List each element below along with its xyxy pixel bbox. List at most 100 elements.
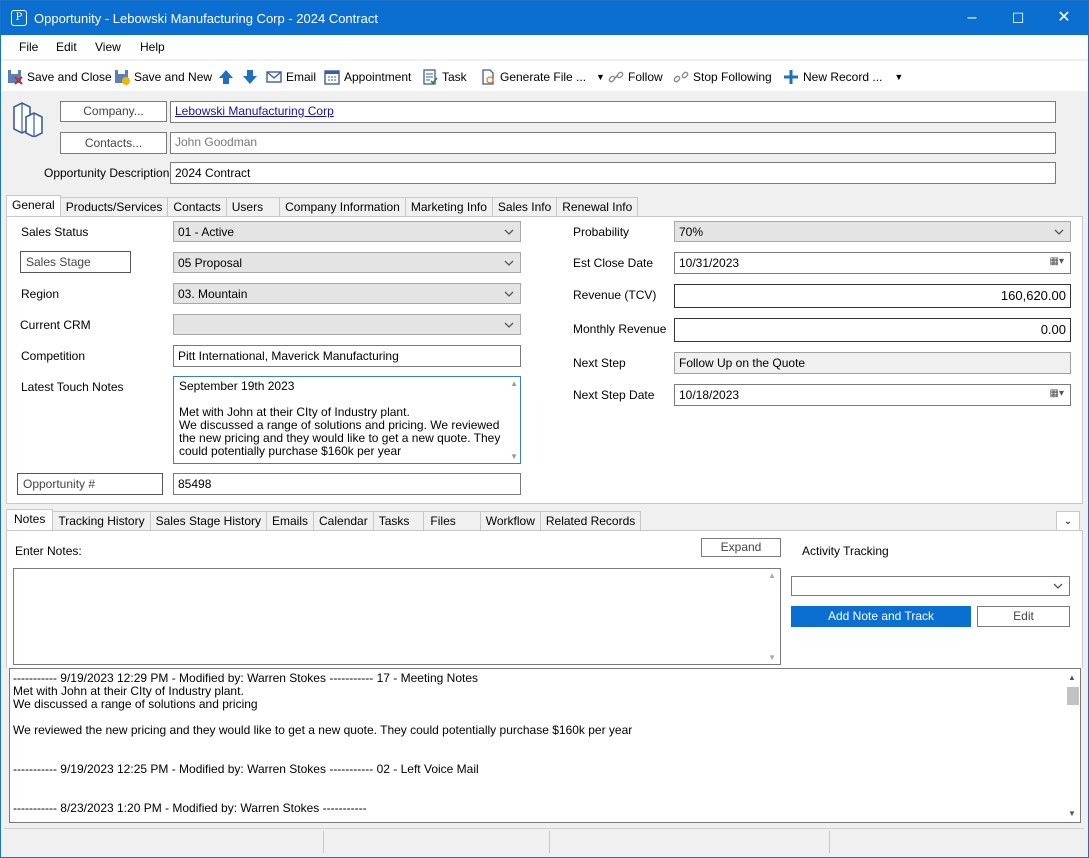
tab-products-services[interactable]: Products/Services [60,197,169,217]
general-tab-body: Sales Status 01 - Active Sales Stage 05 … [6,216,1083,504]
expand-button[interactable]: Expand [701,538,781,557]
opportunity-description-input[interactable]: 2024 Contract [170,162,1056,184]
menu-view[interactable]: View [95,40,121,54]
activity-tracking-select[interactable] [791,576,1070,596]
company-button[interactable]: Company... [60,101,167,122]
scroll-up-icon[interactable]: ▲ [768,571,776,580]
scroll-down-icon[interactable]: ▼ [510,452,518,461]
stop-following-button[interactable]: Stop Following [673,68,772,85]
tab-sales-info[interactable]: Sales Info [492,197,558,217]
save-new-label: Save and New [134,69,213,84]
company-link[interactable]: Lebowski Manufacturing Corp [175,104,334,118]
notes-history-log[interactable]: ----------- 9/19/2023 12:29 PM - Modifie… [9,668,1081,823]
scroll-up-icon[interactable]: ▲ [510,379,518,388]
tab-workflow[interactable]: Workflow [480,511,541,531]
contacts-field[interactable]: John Goodman [170,132,1056,154]
next-step-date-picker[interactable]: 10/18/2023 ▦▾ [674,384,1071,406]
probability-label: Probability [573,225,630,239]
company-field[interactable]: Lebowski Manufacturing Corp [170,101,1056,123]
log-line: ----------- 9/19/2023 12:25 PM - Modifie… [13,762,479,776]
next-step-input[interactable]: Follow Up on the Quote [674,352,1071,374]
stop-following-label: Stop Following [693,69,772,84]
email-label: Email [286,69,317,84]
menu-help[interactable]: Help [140,40,165,54]
maximize-button[interactable]: ☐ [995,1,1041,35]
previous-record-button[interactable] [218,68,234,85]
sales-stage-select[interactable]: 05 Proposal [173,252,521,273]
next-record-button[interactable] [242,68,258,85]
tab-tasks[interactable]: Tasks [373,511,425,531]
task-label: Task [442,69,467,84]
next-step-date-value: 10/18/2023 [679,388,740,402]
enter-notes-textarea[interactable]: ▲ ▼ [13,568,781,665]
scroll-down-icon[interactable]: ▼ [1068,807,1076,820]
calendar-dropdown-icon[interactable]: ▦▾ [1050,256,1064,267]
opportunity-number-input[interactable]: 85498 [173,473,521,495]
tab-tracking-history[interactable]: Tracking History [53,511,151,531]
sales-status-value: 01 - Active [178,225,235,239]
est-close-date-value: 10/31/2023 [679,256,740,270]
calendar-dropdown-icon[interactable]: ▦▾ [1050,388,1064,399]
tab-emails[interactable]: Emails [267,511,315,531]
generate-file-chevron-icon[interactable]: ▼ [596,72,605,82]
monthly-revenue-input[interactable]: 0.00 [674,318,1071,342]
log-line: ----------- 8/23/2023 1:20 PM - Modified… [13,801,367,815]
toolbar: Save and Close Save and New Email Appoin… [1,61,1088,91]
email-button[interactable]: Email [266,68,316,85]
tab-files[interactable]: Files [424,511,481,531]
tab-general[interactable]: General [6,195,61,217]
contacts-button[interactable]: Contacts... [60,132,167,154]
region-value: 03. Mountain [178,287,248,301]
tab-marketing-info[interactable]: Marketing Info [405,197,493,217]
tab-users[interactable]: Users [226,197,281,217]
close-button[interactable]: ✕ [1041,1,1087,35]
scroll-down-icon[interactable]: ▼ [768,653,776,662]
opportunity-window: P Opportunity - Lebowski Manufacturing C… [0,0,1089,858]
scroll-up-icon[interactable]: ▲ [1068,671,1076,684]
tab-company-information[interactable]: Company Information [280,197,406,217]
log-line: We discussed a range of solutions and pr… [13,697,258,711]
tab-sales-stage-history[interactable]: Sales Stage History [150,511,267,531]
revenue-input[interactable]: 160,620.00 [674,284,1071,308]
task-button[interactable]: Task [422,68,467,85]
menu-edit[interactable]: Edit [56,40,77,54]
touch-line: September 19th 2023 [179,379,295,393]
sales-stage-value: 05 Proposal [178,256,243,270]
title-bar[interactable]: P Opportunity - Lebowski Manufacturing C… [1,1,1088,35]
chevron-down-icon [1053,583,1063,589]
task-icon [422,68,438,85]
chevron-down-icon [504,260,514,266]
new-record-button[interactable]: New Record ... ▼ [783,68,903,85]
tab-notes[interactable]: Notes [6,509,54,531]
tab-calendar[interactable]: Calendar [314,511,374,531]
status-segment [324,831,550,853]
tab-contacts[interactable]: Contacts [168,197,227,217]
scroll-thumb[interactable] [1067,687,1079,705]
minimize-button[interactable]: – [949,1,995,35]
status-segment [550,831,830,853]
est-close-date-picker[interactable]: 10/31/2023 ▦▾ [674,252,1071,274]
region-select[interactable]: 03. Mountain [173,283,521,304]
edit-button[interactable]: Edit [977,606,1070,627]
save-close-button[interactable]: Save and Close [7,68,112,85]
new-record-chevron-icon[interactable]: ▼ [894,72,903,82]
add-note-and-track-button[interactable]: Add Note and Track [791,606,971,627]
sales-stage-label[interactable]: Sales Stage [20,251,131,273]
competition-input[interactable]: Pitt International, Maverick Manufacturi… [173,345,521,367]
sales-status-select[interactable]: 01 - Active [173,221,521,242]
region-label: Region [21,287,60,301]
save-new-button[interactable]: Save and New [114,68,212,85]
opportunity-number-label: Opportunity # [17,473,163,495]
follow-button[interactable]: Follow [608,68,663,85]
appointment-button[interactable]: Appointment [324,68,411,85]
menu-file[interactable]: File [19,40,38,54]
latest-touch-notes-textarea[interactable]: September 19th 2023 Met with John at the… [173,376,521,464]
est-close-date-label: Est Close Date [573,256,654,270]
generate-file-button[interactable]: Generate File ... ▼ [480,68,605,85]
opportunity-description-label: Opportunity Description [44,166,170,180]
tab-renewal-info[interactable]: Renewal Info [557,197,639,217]
tab-related-records[interactable]: Related Records [540,511,642,531]
log-scrollbar[interactable]: ▲ ▼ [1066,669,1080,822]
current-crm-select[interactable] [173,314,521,335]
probability-select[interactable]: 70% [674,221,1071,242]
